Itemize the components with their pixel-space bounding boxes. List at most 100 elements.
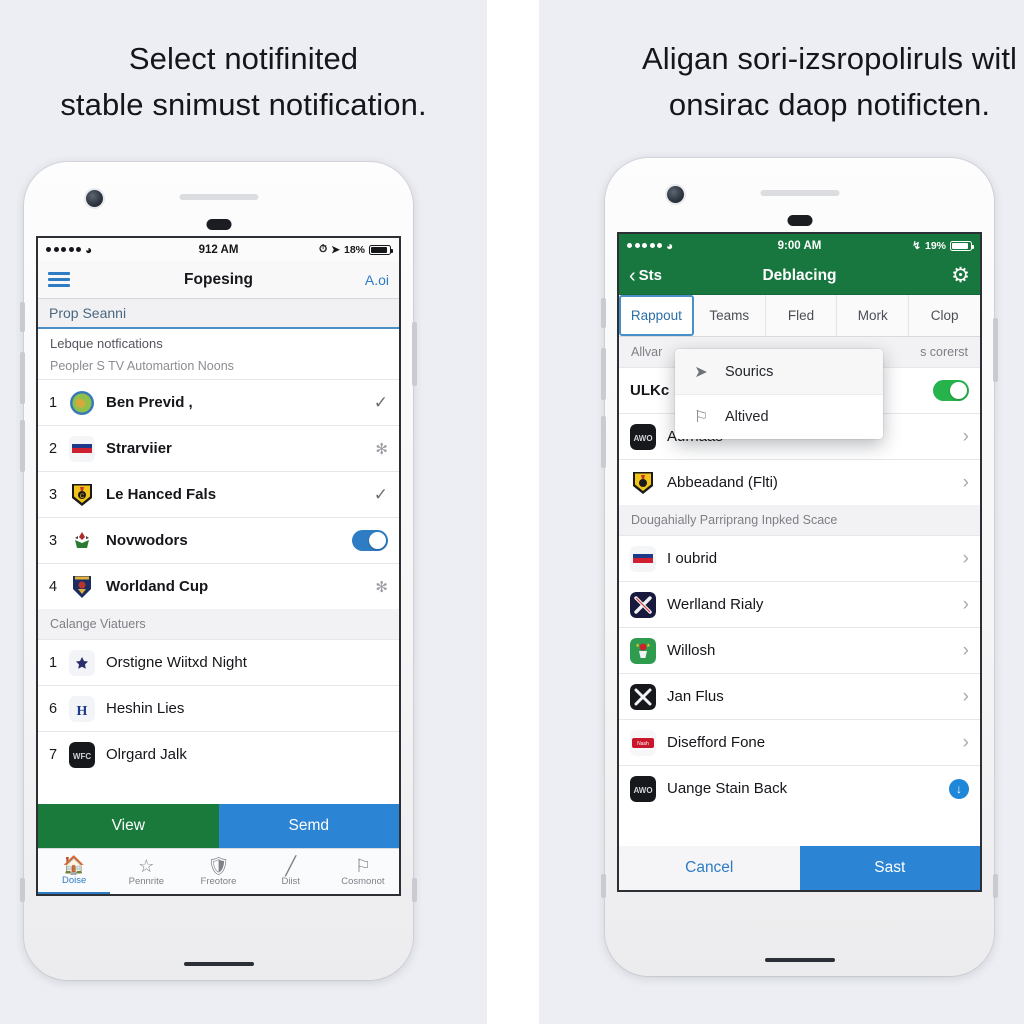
- crest-flag-icon: [630, 545, 656, 572]
- asterisk-icon: ✻: [375, 440, 388, 458]
- volume-up-button[interactable]: [20, 352, 25, 404]
- table-row[interactable]: 7 WFC Olrgard Jalk: [38, 731, 399, 777]
- home-slot: [183, 962, 254, 966]
- crest-red-badge-icon: Nash: [630, 729, 656, 756]
- row-accessory[interactable]: ›: [963, 426, 969, 448]
- row-accessory[interactable]: ✻: [375, 578, 388, 596]
- svg-text:C: C: [80, 494, 85, 500]
- gear-icon[interactable]: ⚙: [951, 265, 970, 286]
- hamburger-icon[interactable]: [48, 272, 70, 287]
- row-rank: 1: [49, 394, 58, 411]
- toggle-switch[interactable]: [933, 380, 969, 401]
- row-name: Uange Stain Back: [667, 780, 788, 797]
- table-row[interactable]: 1 Orstigne Wiitxd Night: [38, 639, 399, 685]
- row-accessory[interactable]: ›: [963, 640, 969, 662]
- mute-switch[interactable]: [20, 302, 25, 332]
- left-lower-accent: [20, 878, 25, 902]
- front-camera-icon: [667, 186, 684, 203]
- table-row[interactable]: 4 Worldand Cup ✻: [38, 563, 399, 609]
- signal-indicator: ◕: [46, 244, 92, 256]
- table-row[interactable]: Abbeadand (Flti) ›: [619, 459, 980, 505]
- star-icon: ☆: [138, 855, 155, 876]
- row-accessory[interactable]: ›: [963, 732, 969, 754]
- row-accessory[interactable]: ›: [963, 594, 969, 616]
- right-list-area[interactable]: Allvar s corerst ULKc AWO Aurriaas ›: [619, 337, 980, 846]
- row-accessory[interactable]: [933, 380, 969, 401]
- toggle-switch[interactable]: [352, 530, 388, 551]
- left-caption: Select notifinited stable snimust notifi…: [0, 36, 487, 128]
- crest-dark-awo-icon: AWO: [630, 423, 656, 450]
- row-accessory[interactable]: ✻: [375, 440, 388, 458]
- tab-freotore[interactable]: 🛡 Freotore: [182, 849, 254, 894]
- send-button[interactable]: Semd: [218, 804, 399, 848]
- row-accessory[interactable]: ✓: [374, 485, 388, 505]
- left-action-bar: View Semd: [38, 804, 399, 848]
- tab-rappout[interactable]: Rappout: [619, 295, 694, 336]
- tab-doise[interactable]: 🏠 Doise: [38, 849, 111, 894]
- mute-switch[interactable]: [601, 298, 606, 328]
- tab-mork[interactable]: Mork: [837, 295, 910, 336]
- send-icon: ➤: [694, 363, 708, 381]
- tab-teams[interactable]: Teams: [694, 295, 766, 336]
- row-name: I oubrid: [667, 550, 718, 567]
- table-row[interactable]: 6 H Heshin Lies: [38, 685, 399, 731]
- volume-down-button[interactable]: [20, 420, 25, 472]
- row-accessory[interactable]: ›: [963, 548, 969, 570]
- row-accessory[interactable]: ›: [963, 686, 969, 708]
- tab-clop[interactable]: Clop: [909, 295, 980, 336]
- search-input[interactable]: Prop Seanni: [38, 299, 399, 329]
- back-label: Sts: [638, 267, 663, 284]
- crest-navy-x-icon: [630, 591, 656, 618]
- cancel-button[interactable]: Cancel: [619, 846, 800, 890]
- svg-text:WFC: WFC: [73, 752, 91, 761]
- volume-up-button[interactable]: [601, 348, 606, 400]
- left-caption-line2: stable snimust notification.: [60, 87, 427, 122]
- table-row[interactable]: I oubrid ›: [619, 535, 980, 581]
- popup-item-sourics[interactable]: ➤ Sourics: [675, 349, 883, 394]
- tab-diist[interactable]: ╱ Diist: [255, 849, 327, 894]
- row-name: Werlland Rialy: [667, 596, 764, 613]
- chevron-right-icon: ›: [962, 547, 969, 569]
- context-popup-menu[interactable]: ➤ Sourics ⚐ Altived: [675, 349, 883, 439]
- tab-pennrite[interactable]: ☆ Pennrite: [110, 849, 182, 894]
- table-row[interactable]: 1 Ben Previd , ✓: [38, 379, 399, 425]
- pencil-icon: ╱: [285, 855, 297, 876]
- nav-action-button[interactable]: A.oi: [365, 272, 389, 288]
- crest-white-icon: [69, 527, 95, 554]
- table-row[interactable]: AWO Uange Stain Back ↓: [619, 765, 980, 811]
- tab-fled[interactable]: Fled: [766, 295, 838, 336]
- check-icon: ✓: [373, 392, 388, 412]
- power-button[interactable]: [412, 322, 417, 386]
- table-row[interactable]: 2 Strarviier ✻: [38, 425, 399, 471]
- row-rank: 4: [49, 578, 58, 595]
- tab-cosmonot[interactable]: ⚐ Cosmonot: [327, 849, 399, 894]
- row-rank: 3: [49, 532, 58, 549]
- alarm-icon: ⏱: [318, 243, 328, 255]
- popup-item-altived[interactable]: ⚐ Altived: [675, 394, 883, 439]
- left-list-area[interactable]: Lebque notfications Peopler S TV Automar…: [38, 329, 399, 804]
- battery-icon: [369, 244, 393, 255]
- back-button[interactable]: ‹ Sts: [629, 266, 663, 286]
- volume-down-button[interactable]: [601, 416, 606, 468]
- view-button[interactable]: View: [38, 804, 219, 848]
- popup-item-label: Sourics: [725, 363, 774, 380]
- row-accessory[interactable]: ›: [963, 472, 969, 494]
- crest-dark-wfc-icon: WFC: [69, 741, 95, 768]
- bluetooth-icon: ↯: [912, 239, 921, 252]
- row-accessory[interactable]: ↓: [949, 778, 969, 799]
- table-row[interactable]: 3 Novwodors: [38, 517, 399, 563]
- row-accessory[interactable]: [352, 530, 388, 551]
- table-row[interactable]: Jan Flus ›: [619, 673, 980, 719]
- table-row[interactable]: Willosh ›: [619, 627, 980, 673]
- row-accessory[interactable]: ✓: [374, 393, 388, 413]
- confirm-button[interactable]: Sast: [799, 846, 980, 890]
- signal-dots-icon: [46, 247, 81, 252]
- right-lower-accent: [993, 874, 998, 898]
- power-button[interactable]: [993, 318, 998, 382]
- left-phone-screen: ◕ 912 AM ⏱ ➤ 18% Fopesing A.oi Prop Sean…: [36, 236, 401, 896]
- download-icon[interactable]: ↓: [949, 778, 969, 799]
- table-row[interactable]: Werlland Rialy ›: [619, 581, 980, 627]
- table-row[interactable]: Nash Disefford Fone ›: [619, 719, 980, 765]
- table-row[interactable]: 3 C Le Hanced Fals ✓: [38, 471, 399, 517]
- bell-icon: ⚐: [693, 409, 709, 426]
